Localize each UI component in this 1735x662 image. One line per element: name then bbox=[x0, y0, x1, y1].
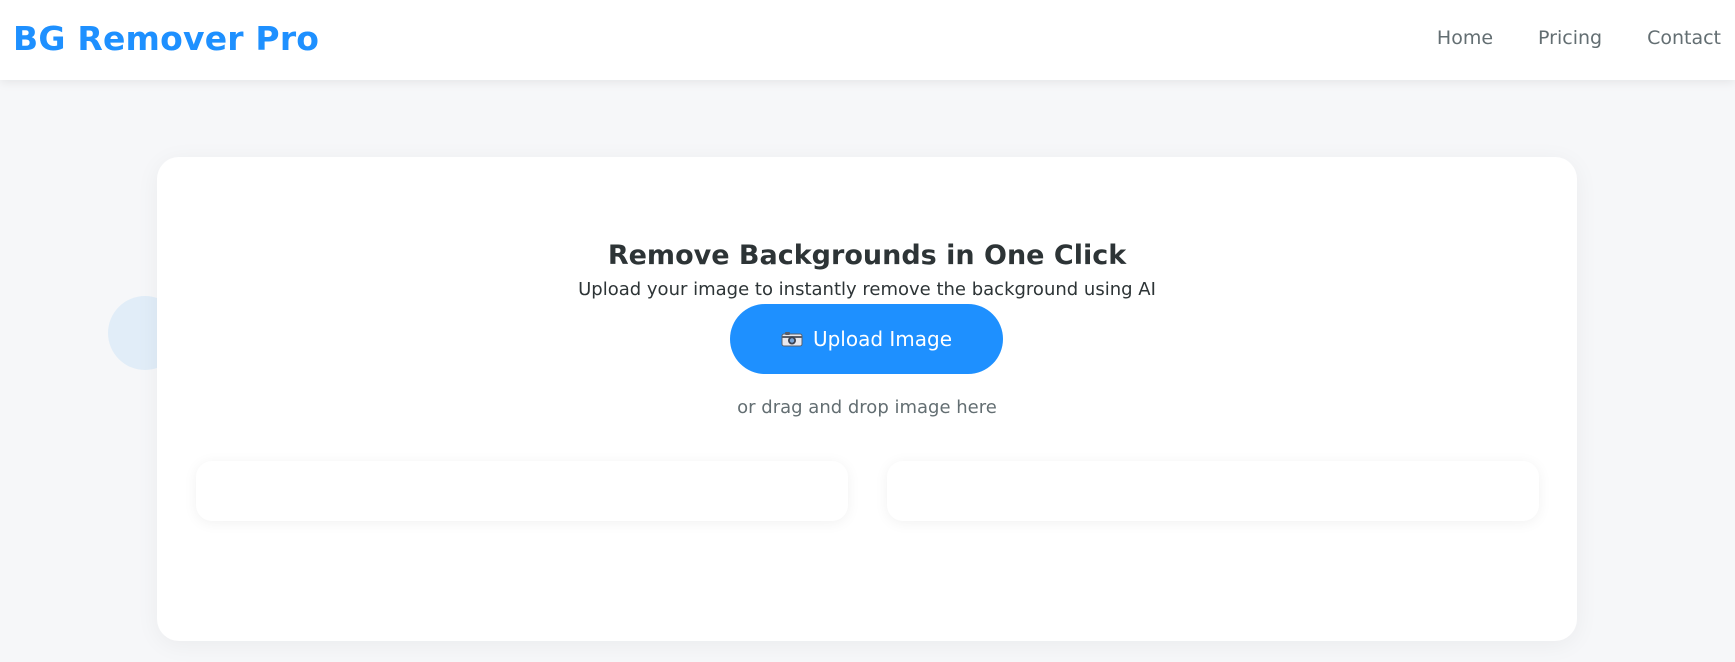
upload-image-button[interactable]: Upload Image bbox=[730, 304, 1003, 374]
original-image-panel bbox=[196, 461, 848, 521]
page-title: Remove Backgrounds in One Click bbox=[607, 240, 1127, 271]
brand-logo[interactable]: BG Remover Pro bbox=[13, 19, 319, 59]
upload-button-label: Upload Image bbox=[812, 327, 953, 351]
camera-icon bbox=[781, 331, 803, 347]
drag-drop-hint: or drag and drop image here bbox=[737, 397, 997, 418]
nav-contact-link[interactable]: Contact bbox=[1647, 25, 1721, 51]
page-subtitle: Upload your image to instantly remove th… bbox=[578, 279, 1156, 300]
nav-pricing-link[interactable]: Pricing bbox=[1538, 25, 1602, 51]
site-header: BG Remover Pro Home Pricing Contact bbox=[0, 0, 1735, 80]
upload-card: Remove Backgrounds in One Click Upload y… bbox=[157, 157, 1577, 641]
main-nav: Home Pricing Contact bbox=[1437, 25, 1721, 51]
result-image-panel bbox=[887, 461, 1539, 521]
nav-home-link[interactable]: Home bbox=[1437, 25, 1493, 51]
